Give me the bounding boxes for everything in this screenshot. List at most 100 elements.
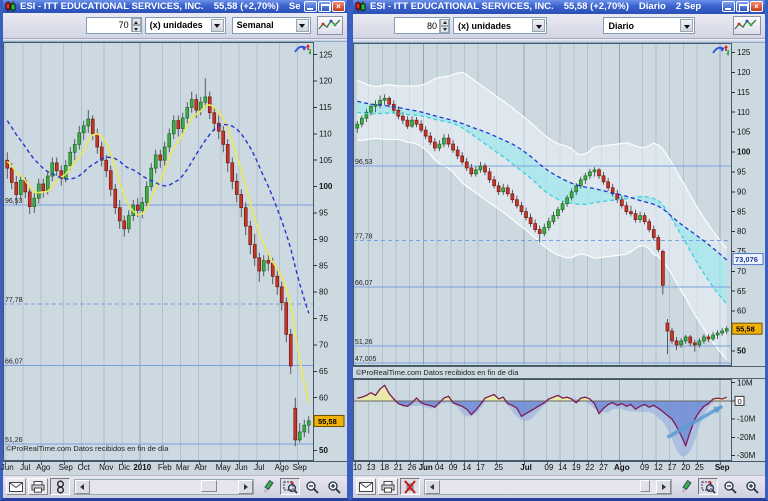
chevron-down-icon	[532, 19, 545, 32]
svg-text:105: 105	[737, 128, 751, 137]
scrollbar-thumb[interactable]	[640, 480, 650, 492]
weekly-titlebar[interactable]: ESI - ITT EDUCATIONAL SERVICES, INC. 55,…	[3, 0, 347, 13]
draw-tool-icon[interactable]	[258, 478, 278, 495]
x-axis-label: Sep	[293, 463, 307, 472]
zoom-selection-icon[interactable]	[698, 478, 718, 495]
candlestick-window-icon	[355, 1, 366, 12]
close-button[interactable]: ×	[750, 1, 763, 12]
maximize-button[interactable]	[736, 1, 749, 12]
chart-style-button[interactable]	[733, 16, 761, 35]
svg-text:115: 115	[319, 103, 332, 112]
daily-chart-canvas[interactable]: 96,5377,7866,0751,2647,00512512011511010…	[353, 43, 765, 366]
units-mode-dropdown[interactable]: (x) unidades	[453, 17, 547, 34]
x-axis-label: Ago	[614, 463, 630, 472]
zoom-out-icon[interactable]	[720, 478, 740, 495]
svg-text:115: 115	[737, 88, 750, 97]
title-date: 2 Sep	[676, 1, 701, 12]
svg-text:90: 90	[319, 235, 328, 244]
weekly-x-axis: JunJulAgoSepOctNovDic2010FebMarAbrMayJun…	[3, 461, 347, 475]
units-count-value: 80	[395, 21, 439, 31]
units-count-spinner[interactable]: 70	[86, 17, 142, 34]
svg-text:120: 120	[319, 77, 333, 86]
units-count-spinner[interactable]: 80	[394, 17, 450, 34]
draw-tool-icon[interactable]	[676, 478, 696, 495]
scrollbar-track[interactable]	[440, 480, 656, 494]
svg-text:65: 65	[737, 287, 746, 296]
horizontal-scrollbar[interactable]	[424, 479, 672, 495]
window-title: ESI - ITT EDUCATIONAL SERVICES, INC. 55,…	[370, 1, 701, 12]
x-axis-label: Jun	[235, 463, 248, 472]
spinner-down-icon[interactable]	[132, 25, 141, 32]
mail-icon[interactable]	[6, 478, 26, 495]
scrollbar-thumb[interactable]	[201, 480, 217, 492]
svg-text:66,07: 66,07	[5, 359, 23, 366]
volume-oscillator-panel[interactable]: 10M0-10M-20M-30M	[353, 379, 765, 461]
zoom-out-icon[interactable]	[302, 478, 322, 495]
mail-icon[interactable]	[356, 478, 376, 495]
title-timeframe: Semanal	[289, 1, 300, 12]
svg-text:55,58: 55,58	[318, 417, 337, 426]
x-axis-label: Jul	[254, 463, 264, 472]
spinner-up-icon[interactable]	[440, 19, 449, 26]
printer-icon[interactable]	[28, 478, 48, 495]
maximize-button[interactable]	[318, 1, 331, 12]
svg-text:50: 50	[737, 347, 746, 356]
timeframe-dropdown[interactable]: Semanal	[232, 17, 311, 34]
scroll-left-icon[interactable]	[75, 480, 90, 494]
scroll-left-icon[interactable]	[425, 480, 440, 494]
svg-text:125: 125	[319, 51, 333, 60]
chevron-down-icon	[211, 19, 224, 32]
horizontal-scrollbar[interactable]	[74, 479, 254, 495]
chart-style-button[interactable]	[317, 16, 343, 35]
spinner-up-icon[interactable]	[132, 18, 141, 25]
unlink-charts-icon[interactable]	[400, 478, 420, 495]
svg-text:66,07: 66,07	[355, 280, 373, 287]
timeframe-dropdown[interactable]: Diario	[603, 17, 695, 34]
zoom-in-icon[interactable]	[742, 478, 762, 495]
prorealtime-workspace: ESI - ITT EDUCATIONAL SERVICES, INC. 55,…	[0, 0, 768, 501]
x-axis-label: 2010	[133, 463, 151, 472]
svg-text:0: 0	[738, 397, 742, 406]
candlestick-window-icon	[5, 1, 16, 12]
x-axis-label: Abr	[195, 463, 207, 472]
svg-text:65: 65	[319, 367, 328, 376]
units-mode-value: (x) unidades	[146, 20, 207, 30]
svg-text:80: 80	[319, 288, 328, 297]
link-charts-icon[interactable]	[50, 478, 70, 495]
daily-titlebar[interactable]: ESI - ITT EDUCATIONAL SERVICES, INC. 55,…	[353, 0, 765, 14]
svg-text:50: 50	[319, 446, 328, 455]
weekly-chart-canvas[interactable]: 96,5377,7866,0751,2612512011511010510095…	[3, 42, 347, 461]
chart-window-daily: ESI - ITT EDUCATIONAL SERVICES, INC. 55,…	[350, 0, 768, 501]
daily-x-axis: 1013182126Jun0409141725Jul0914192227Ago0…	[353, 461, 765, 475]
minimize-button[interactable]	[722, 1, 735, 12]
spinner-down-icon[interactable]	[440, 26, 449, 33]
title-symbol: ESI - ITT EDUCATIONAL SERVICES, INC.	[370, 1, 554, 12]
scroll-right-icon[interactable]	[656, 480, 671, 494]
window-title: ESI - ITT EDUCATIONAL SERVICES, INC. 55,…	[20, 1, 300, 12]
svg-text:70: 70	[737, 267, 746, 276]
units-mode-dropdown[interactable]: (x) unidades	[145, 17, 226, 34]
x-axis-label: Feb	[158, 463, 172, 472]
minimize-button[interactable]	[304, 1, 317, 12]
scroll-to-last-icon[interactable]	[711, 44, 729, 57]
svg-text:95: 95	[319, 209, 328, 218]
zoom-selection-icon[interactable]	[280, 478, 300, 495]
copyright-strip: ©ProRealTime.com Datos recibidos en fin …	[353, 366, 765, 379]
svg-text:120: 120	[737, 68, 751, 77]
svg-text:80: 80	[737, 227, 746, 236]
printer-icon[interactable]	[378, 478, 398, 495]
svg-text:96,53: 96,53	[5, 198, 23, 205]
zoom-in-icon[interactable]	[324, 478, 344, 495]
x-axis-label: Sep	[59, 463, 73, 472]
scroll-to-last-icon[interactable]	[293, 43, 311, 56]
x-axis-label: Ago	[275, 463, 289, 472]
svg-text:-20M: -20M	[737, 433, 756, 442]
svg-text:95: 95	[737, 168, 746, 177]
x-axis-label: May	[216, 463, 231, 472]
scroll-right-icon[interactable]	[238, 480, 253, 494]
chart-window-weekly: ESI - ITT EDUCATIONAL SERVICES, INC. 55,…	[0, 0, 350, 501]
scrollbar-track[interactable]	[90, 480, 238, 494]
svg-text:85: 85	[737, 207, 746, 216]
close-button[interactable]: ×	[332, 1, 345, 12]
chevron-down-icon	[296, 19, 309, 32]
